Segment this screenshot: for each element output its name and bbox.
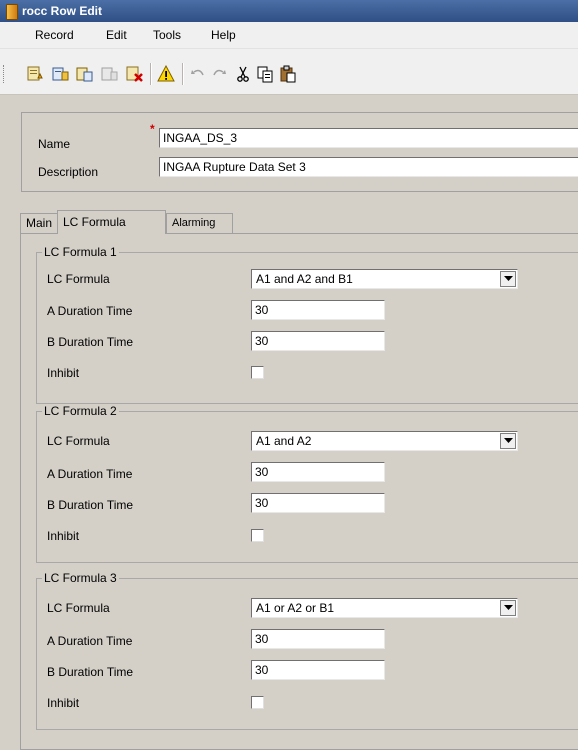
- lc-formula-value: A1 or A2 or B1: [256, 601, 335, 615]
- description-label: Description: [38, 165, 99, 179]
- a-duration-field[interactable]: 30: [251, 629, 385, 649]
- paste-record-icon[interactable]: [76, 65, 94, 83]
- b-duration-field[interactable]: 30: [251, 660, 385, 680]
- b-duration-field[interactable]: 30: [251, 331, 385, 351]
- group-title: LC Formula 2: [42, 404, 119, 418]
- tab-main[interactable]: Main: [20, 213, 58, 233]
- new-record-icon[interactable]: [27, 65, 45, 83]
- name-field[interactable]: INGAA_DS_3: [159, 128, 578, 148]
- b-duration-field[interactable]: 30: [251, 493, 385, 513]
- disabled-record-icon[interactable]: [101, 65, 119, 83]
- a-duration-label: A Duration Time: [47, 467, 133, 481]
- copy-icon[interactable]: [256, 65, 274, 83]
- lc-formula-value: A1 and A2 and B1: [256, 272, 353, 286]
- lc-formula-value: A1 and A2: [256, 434, 312, 448]
- inhibit-checkbox[interactable]: [251, 366, 264, 379]
- tab-strip: Main LC Formula Alarming: [20, 210, 578, 234]
- b-duration-label: B Duration Time: [47, 335, 134, 349]
- copy-record-icon[interactable]: [52, 65, 70, 83]
- paste-icon[interactable]: [279, 65, 297, 83]
- menu-bar: Record Edit Tools Help: [0, 22, 578, 49]
- a-duration-label: A Duration Time: [47, 304, 133, 318]
- required-marker: *: [150, 122, 155, 136]
- app-icon: [6, 4, 18, 20]
- group-title: LC Formula 3: [42, 571, 119, 585]
- redo-icon[interactable]: [210, 65, 228, 83]
- b-duration-label: B Duration Time: [47, 665, 134, 679]
- b-duration-label: B Duration Time: [47, 498, 134, 512]
- record-header-panel: Name * INGAA_DS_3 Description INGAA Rupt…: [21, 112, 578, 192]
- lc-formula-label: LC Formula: [47, 434, 110, 448]
- menu-record[interactable]: Record: [35, 28, 74, 42]
- tab-alarming[interactable]: Alarming: [166, 213, 233, 233]
- chevron-down-icon[interactable]: [500, 271, 516, 287]
- title-bar[interactable]: rocc Row Edit: [0, 0, 578, 22]
- chevron-down-icon[interactable]: [500, 433, 516, 449]
- lc-formula-1-group: LC Formula 1 LC Formula A1 and A2 and B1…: [36, 245, 578, 404]
- toolbar-separator: [182, 63, 184, 85]
- lc-formula-select[interactable]: A1 and A2: [251, 431, 518, 451]
- toolbar-separator: [150, 63, 152, 85]
- lc-formula-tab-page: LC Formula 1 LC Formula A1 and A2 and B1…: [20, 233, 578, 750]
- lc-formula-3-group: LC Formula 3 LC Formula A1 or A2 or B1 A…: [36, 571, 578, 730]
- a-duration-field[interactable]: 30: [251, 462, 385, 482]
- inhibit-checkbox[interactable]: [251, 696, 264, 709]
- inhibit-label: Inhibit: [47, 696, 80, 710]
- menu-edit[interactable]: Edit: [106, 28, 127, 42]
- lc-formula-2-group: LC Formula 2 LC Formula A1 and A2 A Dura…: [36, 404, 578, 563]
- cut-icon[interactable]: [234, 65, 252, 83]
- inhibit-checkbox[interactable]: [251, 529, 264, 542]
- description-field[interactable]: INGAA Rupture Data Set 3: [159, 157, 578, 177]
- delete-record-icon[interactable]: [126, 65, 144, 83]
- chevron-down-icon[interactable]: [500, 600, 516, 616]
- name-label: Name: [38, 137, 71, 151]
- menu-help[interactable]: Help: [211, 28, 236, 42]
- toolbar-grip[interactable]: [3, 65, 6, 83]
- lc-formula-select[interactable]: A1 and A2 and B1: [251, 269, 518, 289]
- window-title: rocc Row Edit: [22, 4, 103, 18]
- lc-formula-select[interactable]: A1 or A2 or B1: [251, 598, 518, 618]
- a-duration-label: A Duration Time: [47, 634, 133, 648]
- warning-icon[interactable]: [157, 65, 175, 83]
- undo-icon[interactable]: [189, 65, 207, 83]
- lc-formula-label: LC Formula: [47, 272, 110, 286]
- lc-formula-label: LC Formula: [47, 601, 110, 615]
- a-duration-field[interactable]: 30: [251, 300, 385, 320]
- toolbar: [0, 49, 578, 95]
- menu-tools[interactable]: Tools: [153, 28, 181, 42]
- tab-lc-formula[interactable]: LC Formula: [57, 210, 166, 234]
- inhibit-label: Inhibit: [47, 529, 80, 543]
- group-title: LC Formula 1: [42, 245, 119, 259]
- inhibit-label: Inhibit: [47, 366, 80, 380]
